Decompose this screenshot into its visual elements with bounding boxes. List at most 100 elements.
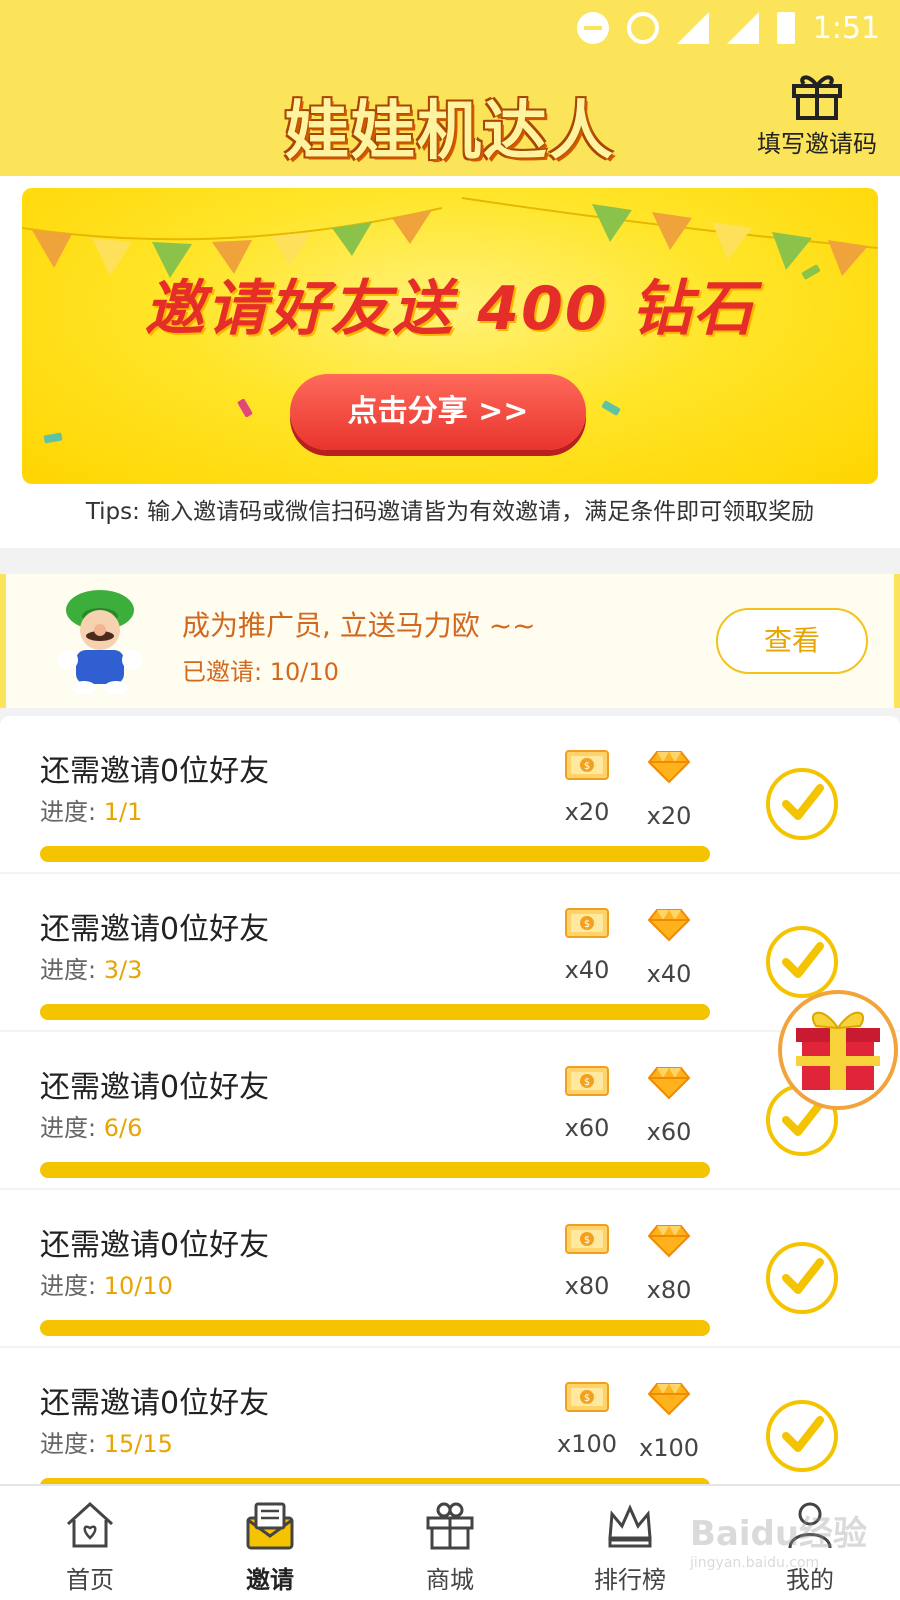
coupon-ticket-icon: $: [565, 750, 609, 780]
task-title: 还需邀请0位好友: [40, 1070, 270, 1105]
task-progress-label: 进度:: [40, 956, 104, 984]
svg-text:$: $: [584, 1393, 590, 1404]
svg-text:$: $: [584, 1235, 590, 1246]
task-progress-value: 3/3: [103, 956, 143, 984]
task-progress-value: 15/15: [103, 1430, 173, 1458]
confetti-decoration: [237, 398, 253, 418]
invite-task-row: 还需邀请0位好友 进度: 1/1 $ x20 x20: [0, 716, 900, 874]
coupon-amount: x20: [564, 798, 610, 826]
shop-gift-icon: [426, 1502, 474, 1550]
task-complete-check-icon[interactable]: [766, 768, 838, 840]
task-progress-value: 1/1: [103, 798, 143, 826]
invite-task-row: 还需邀请0位好友 进度: 10/10 $ x80 x80: [0, 1190, 900, 1348]
invite-task-list: 还需邀请0位好友 进度: 1/1 $ x20 x20 还需邀请0位好友 进度: …: [0, 716, 900, 1506]
nav-item-label: 邀请: [246, 1566, 294, 1594]
diamond-icon: [647, 909, 691, 942]
watermark-brand: Baidu经验: [690, 1514, 868, 1554]
svg-text:$: $: [584, 761, 590, 772]
task-complete-check-icon[interactable]: [766, 926, 838, 998]
diamond-amount: x40: [646, 960, 692, 988]
coupon-reward: $ x40: [552, 908, 622, 984]
promoter-invited-count: 已邀请: 10/10: [182, 658, 339, 686]
svg-text:$: $: [584, 1077, 590, 1088]
invite-banner: 邀请好友送 400 钻石 点击分享 >>: [22, 188, 878, 484]
diamond-reward: x60: [634, 1066, 704, 1146]
diamond-amount: x20: [646, 802, 692, 830]
task-progress-value: 6/6: [103, 1114, 143, 1142]
battery-icon: [776, 12, 795, 44]
task-progress: 进度: 15/15: [40, 1424, 173, 1459]
nav-item-1[interactable]: 邀请: [180, 1486, 360, 1600]
gift-box-icon: [796, 1011, 880, 1090]
coupon-reward: $ x100: [552, 1382, 622, 1458]
task-progress: 进度: 3/3: [40, 950, 142, 985]
banner-headline: 邀请好友送 400 钻石: [144, 274, 756, 344]
task-progress: 进度: 1/1: [40, 792, 142, 827]
task-title: 还需邀请0位好友: [40, 1228, 270, 1263]
gift-icon: [792, 75, 842, 120]
task-progress: 进度: 6/6: [40, 1108, 142, 1143]
baidu-watermark: Baidu经验 jingyan.baidu.com: [690, 1506, 867, 1571]
task-progress-bar: [40, 1162, 710, 1178]
coupon-ticket-icon: $: [565, 1224, 609, 1254]
task-title: 还需邀请0位好友: [40, 1386, 270, 1421]
coupon-ticket-icon: $: [565, 1382, 609, 1412]
task-progress-bar: [40, 1004, 710, 1020]
coupon-amount: x40: [564, 956, 610, 984]
view-button[interactable]: 查看: [716, 608, 868, 674]
status-time: 1:51: [812, 10, 880, 46]
invite-envelope-icon: [246, 1502, 294, 1550]
do-not-disturb-icon: [576, 12, 609, 44]
diamond-reward: x20: [634, 750, 704, 830]
task-progress-label: 进度:: [40, 1114, 104, 1142]
task-progress-value: 10/10: [103, 1272, 173, 1300]
home-icon: [66, 1501, 114, 1548]
diamond-icon: [647, 1225, 691, 1258]
signal-icon: [676, 12, 709, 44]
invite-tips: Tips: 输入邀请码或微信扫码邀请皆为有效邀请，满足条件即可领取奖励: [85, 499, 815, 525]
nav-item-label: 商城: [426, 1566, 474, 1594]
diamond-amount: x100: [638, 1434, 699, 1462]
task-progress-label: 进度:: [40, 798, 104, 826]
task-progress: 进度: 10/10: [40, 1266, 173, 1301]
task-complete-check-icon[interactable]: [766, 1400, 838, 1472]
invite-task-row: 还需邀请0位好友 进度: 6/6 $ x60 x60: [0, 1032, 900, 1190]
share-button[interactable]: 点击分享 >>: [290, 374, 586, 450]
invite-banner-section: 邀请好友送 400 钻石 点击分享 >> Tips: 输入邀请码或微信扫码邀请皆…: [0, 176, 900, 548]
coupon-reward: $ x20: [552, 750, 622, 826]
crown-icon: [608, 1504, 652, 1548]
fill-invite-code-button[interactable]: 填写邀请码: [752, 70, 882, 159]
task-progress-label: 进度:: [40, 1430, 104, 1458]
svg-text:$: $: [584, 919, 590, 930]
alarm-icon: [626, 12, 659, 44]
4g-signal-icon: [726, 12, 759, 44]
status-bar: 1:51: [576, 8, 880, 48]
diamond-amount: x60: [646, 1118, 692, 1146]
floating-gift-box-button[interactable]: [778, 990, 898, 1110]
promoter-title: 成为推广员, 立送马力欧 ~~: [182, 609, 536, 642]
coupon-reward: $ x80: [552, 1224, 622, 1300]
coupon-amount: x60: [564, 1114, 610, 1142]
coupon-reward: $ x60: [552, 1066, 622, 1142]
diamond-icon: [647, 1067, 691, 1100]
nav-item-label: 首页: [66, 1566, 114, 1594]
task-progress-bar: [40, 1320, 710, 1336]
mascot-plush-image: [58, 590, 142, 695]
nav-item-2[interactable]: 商城: [360, 1486, 540, 1600]
fill-invite-code-label: 填写邀请码: [757, 130, 877, 158]
task-progress-label: 进度:: [40, 1272, 104, 1300]
diamond-amount: x80: [646, 1276, 692, 1304]
task-complete-check-icon[interactable]: [766, 1242, 838, 1314]
diamond-reward: x100: [634, 1382, 704, 1462]
diamond-reward: x40: [634, 908, 704, 988]
coupon-ticket-icon: $: [565, 908, 609, 938]
diamond-icon: [647, 751, 691, 784]
task-title: 还需邀请0位好友: [40, 912, 270, 947]
confetti-decoration: [601, 400, 621, 416]
diamond-icon: [647, 1383, 691, 1416]
nav-item-0[interactable]: 首页: [0, 1486, 180, 1600]
app-header: 1:51 娃娃机达人 填写邀请码: [0, 0, 900, 176]
promoter-card: 成为推广员, 立送马力欧 ~~ 已邀请: 10/10 查看: [0, 574, 900, 708]
task-title: 还需邀请0位好友: [40, 754, 270, 789]
coupon-ticket-icon: $: [565, 1066, 609, 1096]
